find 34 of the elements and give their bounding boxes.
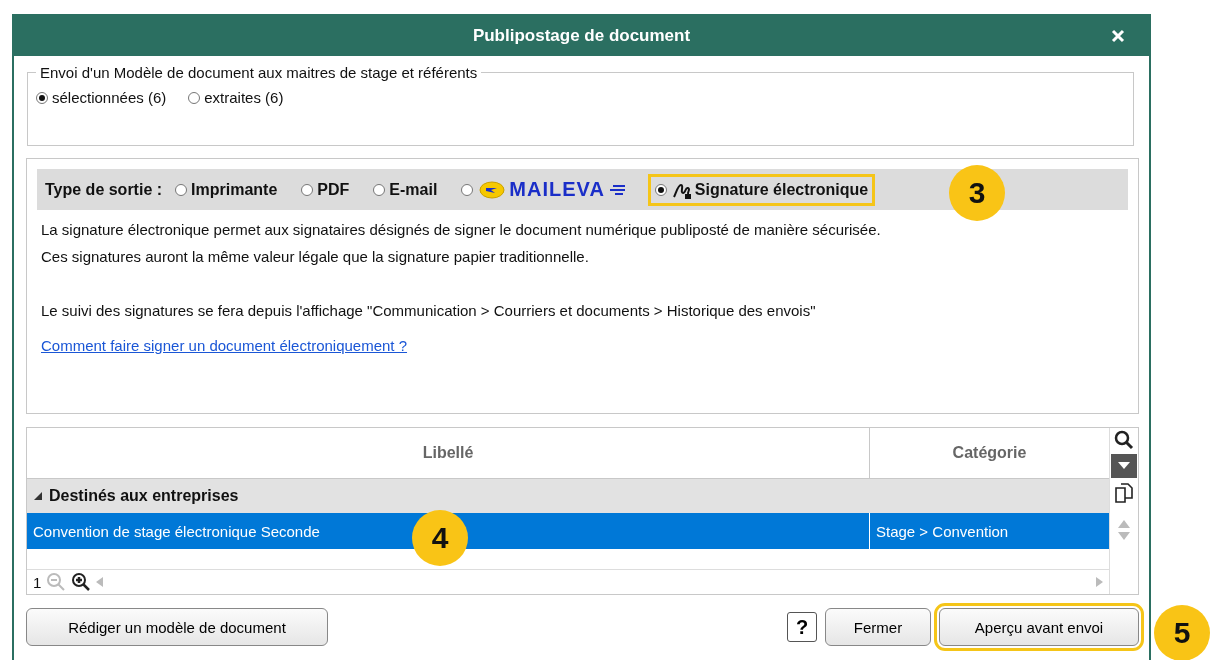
output-type-label: Type de sortie : — [45, 180, 163, 199]
help-button[interactable]: ? — [787, 612, 817, 642]
window-title: Publipostage de document — [472, 26, 691, 46]
radio-option[interactable]: E-mail — [366, 174, 445, 205]
help-link[interactable]: Comment faire signer un document électroniquement ? — [41, 337, 408, 354]
bird-logo-icon — [479, 180, 506, 199]
radio-option[interactable]: PDF — [294, 174, 357, 205]
group-label: Destinés aux entreprises — [49, 487, 239, 505]
caret-icon — [1118, 462, 1130, 470]
zoom-in-icon[interactable] — [71, 572, 92, 592]
page-number: 1 — [33, 573, 42, 591]
dropdown-button[interactable] — [1111, 454, 1137, 478]
radio-option[interactable]: extraites (6) — [188, 89, 284, 106]
table-cell[interactable]: Stage > Convention — [870, 513, 1109, 549]
column-header[interactable]: Catégorie — [870, 428, 1109, 478]
column-header[interactable]: Libellé — [27, 428, 870, 478]
radio-button[interactable] — [461, 183, 474, 196]
group-row[interactable]: Destinés aux entreprises — [27, 479, 1109, 513]
close-button[interactable]: Fermer — [825, 608, 931, 646]
maileva-logo[interactable]: MAILEVA — [509, 178, 605, 201]
radio-button[interactable] — [654, 183, 667, 196]
radio-option[interactable]: Imprimante — [168, 174, 285, 205]
copy-icon[interactable] — [1114, 482, 1134, 504]
description-text: Ces signatures auront la même valeur légale que la signature papier traditionnelle. — [41, 247, 590, 267]
close-icon[interactable] — [1111, 29, 1125, 43]
compose-button[interactable]: Rédiger un modèle de document — [26, 608, 328, 646]
expand-triangle-icon[interactable] — [33, 491, 43, 501]
radio-option[interactable]: sélectionnées (6) — [36, 89, 167, 106]
speed-lines-icon — [608, 184, 625, 195]
group-legend: Envoi d'un Modèle de document aux maitres de stage et référents — [36, 64, 482, 81]
search-icon[interactable] — [1114, 430, 1134, 450]
description-text: La signature électronique permet aux signataires désignés de signer le document numérique publiposté de manière sécurisée. — [41, 220, 882, 240]
description-text: Le suivi des signatures se fera depuis l'affichage "Communication > Courriers et documents > Historique des envois" — [41, 301, 817, 321]
step-badge: 5 — [1154, 605, 1210, 660]
